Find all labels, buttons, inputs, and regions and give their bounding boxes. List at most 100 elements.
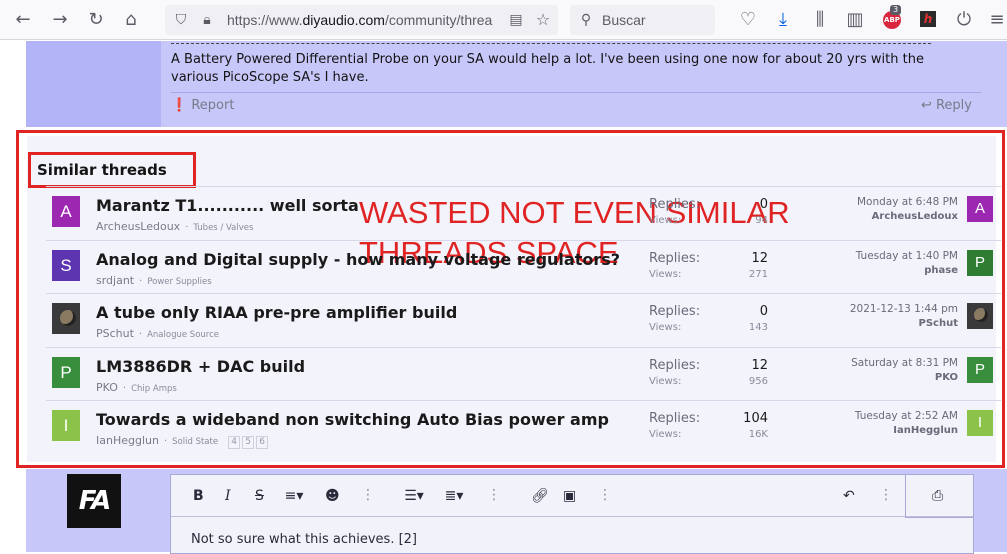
replies-label: Replies: — [649, 411, 701, 426]
bold-icon[interactable]: B — [193, 487, 204, 505]
report-label: Report — [191, 98, 235, 113]
preview-icon: ⎙ — [932, 488, 944, 504]
last-poster-avatar[interactable]: I — [967, 410, 993, 436]
meta-separator: · — [163, 436, 168, 447]
bookmark-star-icon[interactable]: ☆ — [533, 10, 553, 30]
image-icon[interactable]: ▣ — [563, 487, 576, 505]
thread-row[interactable]: I Towards a wideband non switching Auto B… — [46, 400, 1001, 454]
thread-row[interactable]: A Marantz T1........... well sorta Archeus… — [46, 186, 1001, 240]
link-icon[interactable]: 🔗︎ — [531, 487, 549, 505]
reply-button[interactable]: ↩ Reply — [921, 98, 972, 113]
more-options-icon[interactable]: ⋮ — [361, 487, 375, 503]
more-options-2-icon[interactable]: ⋮ — [487, 487, 501, 503]
reply-label: Reply — [935, 98, 972, 113]
post-text: A Battery Powered Differential Probe on … — [171, 52, 924, 85]
more-options-4-icon[interactable]: ⋮ — [879, 487, 893, 503]
similar-threads-highlight: Similar threads WASTED NOT EVEN SIMILAR … — [16, 130, 1005, 468]
url-text[interactable]: https://www.diyaudio.com/community/threa — [227, 12, 499, 28]
sidebar-icon[interactable]: ▥ — [845, 10, 865, 30]
views-label: Views: — [649, 215, 682, 226]
reply-editor[interactable]: B I S ≡▾ ☻ ⋮ ☰▾ ≣▾ ⋮ 🔗︎ ▣ ⋮ ↶ ⋮ ⎙ Not so… — [170, 474, 974, 554]
pocket-icon[interactable]: ♡ — [738, 10, 758, 30]
power-icon[interactable]: ⏻ — [954, 10, 974, 30]
last-poster-avatar[interactable]: P — [967, 357, 993, 383]
italic-icon[interactable]: I — [225, 487, 231, 505]
more-options-3-icon[interactable]: ⋮ — [598, 487, 612, 503]
last-poster-name[interactable]: IanHegglun — [893, 425, 958, 436]
thread-author-avatar[interactable] — [52, 303, 80, 334]
reply-icon: ↩ — [920, 98, 932, 113]
views-label: Views: — [649, 376, 682, 387]
extension-h-icon[interactable]: h — [920, 11, 936, 27]
thread-forum[interactable]: Power Supplies — [147, 277, 211, 287]
undo-icon[interactable]: ↶ — [843, 487, 855, 505]
replies-count: 0 — [759, 197, 768, 212]
thread-forum[interactable]: Tubes / Valves — [193, 223, 253, 233]
last-poster-name[interactable]: ArcheusLedoux — [872, 211, 958, 222]
thread-author-avatar[interactable]: S — [52, 250, 80, 281]
thread-author[interactable]: ArcheusLedoux — [96, 220, 180, 233]
page-link[interactable]: 4 — [228, 436, 241, 449]
last-poster-avatar[interactable] — [967, 303, 993, 329]
search-icon: ⚲ — [580, 12, 592, 28]
last-post-date[interactable]: 2021-12-13 1:44 pm — [850, 303, 958, 315]
text-size-icon[interactable]: ≡▾ — [281, 487, 307, 505]
thread-row[interactable]: S Analog and Digital supply - how many vo… — [46, 240, 1001, 294]
thread-author[interactable]: IanHegglun — [96, 434, 159, 447]
url-bar[interactable]: ⛉ 🔒︎ https://www.diyaudio.com/community/… — [165, 5, 558, 35]
page-link[interactable]: 5 — [242, 436, 255, 449]
page-content: A Battery Powered Differential Probe on … — [0, 41, 1007, 554]
thread-title[interactable]: Marantz T1........... well sorta — [96, 196, 359, 215]
reload-icon[interactable]: ↻ — [86, 10, 106, 30]
reader-view-icon[interactable]: ▤ — [506, 10, 526, 30]
thread-title[interactable]: LM3886DR + DAC build — [96, 357, 305, 376]
last-post-date[interactable]: Saturday at 8:31 PM — [851, 357, 958, 369]
last-poster-name[interactable]: PKO — [935, 372, 958, 383]
thread-author-avatar[interactable]: A — [52, 196, 80, 227]
post-divider — [171, 43, 931, 44]
library-icon[interactable]: ⫼ — [810, 10, 830, 30]
back-icon[interactable]: ← — [13, 10, 33, 30]
align-icon[interactable]: ≣▾ — [439, 487, 469, 505]
editor-content[interactable]: Not so sure what this achieves. [2] — [191, 532, 417, 547]
last-poster-name[interactable]: PSchut — [919, 318, 958, 329]
thread-author[interactable]: srdjant — [96, 274, 134, 287]
last-poster-name[interactable]: phase — [924, 265, 958, 276]
downloads-icon[interactable]: ⤓ — [773, 10, 793, 30]
thread-author[interactable]: PSchut — [96, 327, 134, 340]
thread-row[interactable]: P LM3886DR + DAC build PKO · Chip Amps Replie… — [46, 347, 1001, 401]
strikethrough-icon[interactable]: S — [255, 487, 264, 505]
views-label: Views: — [649, 322, 682, 333]
last-post-date[interactable]: Tuesday at 1:40 PM — [856, 250, 958, 262]
emoji-icon[interactable]: ☻ — [325, 487, 340, 505]
last-poster-avatar[interactable]: P — [967, 250, 993, 276]
last-post-date[interactable]: Monday at 6:48 PM — [857, 196, 958, 208]
thread-author-avatar[interactable]: P — [52, 357, 80, 388]
preview-button[interactable]: ⎙ — [905, 474, 974, 518]
thread-title[interactable]: Analog and Digital supply - how many vol… — [96, 250, 620, 269]
report-button[interactable]: ❗ Report — [171, 98, 234, 113]
views-count: 271 — [748, 269, 768, 280]
last-poster-avatar[interactable]: A — [967, 196, 993, 222]
reply-user-column: FA — [26, 469, 161, 552]
thread-author[interactable]: PKO — [96, 381, 118, 394]
shield-icon[interactable]: ⛉ — [171, 10, 191, 30]
thread-meta: srdjant · Power Supplies — [96, 274, 212, 287]
page-link[interactable]: 6 — [256, 436, 269, 449]
thread-row[interactable]: A tube only RIAA pre-pre amplifier build… — [46, 293, 1001, 347]
home-icon[interactable]: ⌂ — [121, 10, 141, 30]
thread-forum[interactable]: Analogue Source — [147, 330, 219, 340]
thread-author-avatar[interactable]: I — [52, 410, 80, 441]
lock-icon[interactable]: 🔒︎ — [197, 10, 217, 30]
list-icon[interactable]: ☰▾ — [399, 487, 429, 505]
thread-title[interactable]: A tube only RIAA pre-pre amplifier build — [96, 303, 457, 322]
views-label: Views: — [649, 269, 682, 280]
menu-icon[interactable]: ≡ — [987, 10, 1007, 30]
last-post-date[interactable]: Tuesday at 2:52 AM — [855, 410, 958, 422]
thread-title[interactable]: Towards a wideband non switching Auto Bi… — [96, 410, 609, 429]
thread-forum[interactable]: Solid State — [172, 437, 218, 447]
forward-icon[interactable]: → — [50, 10, 70, 30]
thread-forum[interactable]: Chip Amps — [131, 384, 177, 394]
views-label: Views: — [649, 429, 682, 440]
search-bar[interactable]: ⚲ Buscar — [570, 5, 715, 35]
